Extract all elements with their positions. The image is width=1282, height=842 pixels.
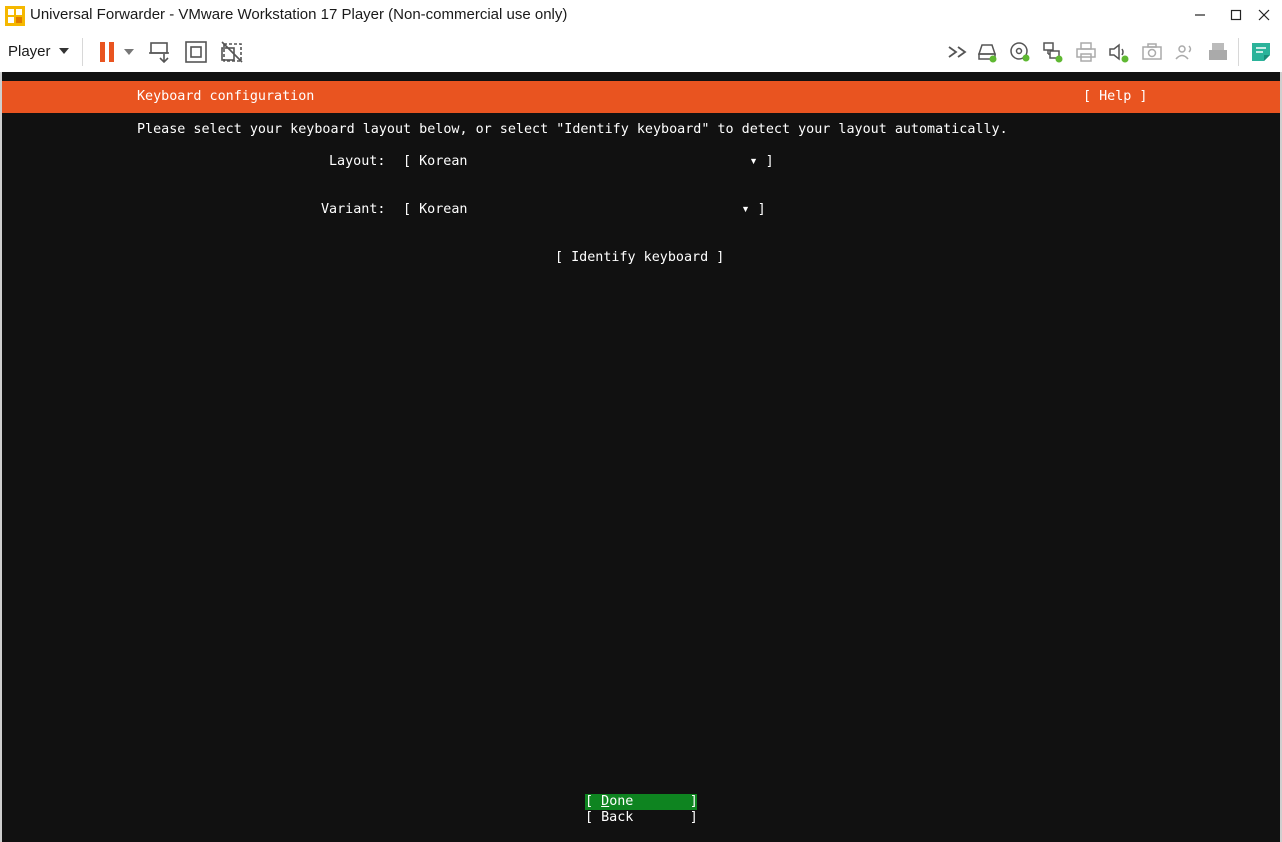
back-button-label: Back xyxy=(601,810,634,825)
variant-label: Variant: xyxy=(321,202,386,217)
done-button-open: [ xyxy=(585,794,602,809)
message-log-button[interactable] xyxy=(1248,39,1274,65)
network-icon xyxy=(1043,42,1063,63)
show-devices-button[interactable] xyxy=(945,39,971,65)
suspend-button[interactable] xyxy=(94,39,120,65)
back-button-open: [ xyxy=(585,810,602,825)
player-menu-label: Player xyxy=(8,42,51,60)
identify-keyboard-button[interactable]: [ Identify keyboard ] xyxy=(555,250,724,265)
variant-select-open: [ xyxy=(403,202,420,217)
close-button[interactable] xyxy=(1246,0,1282,30)
player-menu-button[interactable]: Player xyxy=(8,40,69,62)
network-adapter-button[interactable] xyxy=(1040,39,1066,65)
wireless-person-icon xyxy=(1175,45,1192,60)
unity-icon xyxy=(221,41,243,63)
variant-select-close: ] xyxy=(749,202,766,217)
power-dropdown-button[interactable] xyxy=(119,39,139,65)
back-button[interactable]: [ Back ] xyxy=(585,810,698,825)
installer-header-title: Keyboard configuration xyxy=(137,89,315,104)
done-button-hotkey: D xyxy=(601,794,610,809)
toolbar-divider xyxy=(82,38,83,66)
camera-icon xyxy=(1142,43,1162,60)
double-chevron-right-icon xyxy=(948,46,967,58)
unity-mode-button[interactable] xyxy=(219,39,245,65)
variant-select[interactable]: [ Korean ▾ ] xyxy=(403,202,766,217)
done-button[interactable]: [ Done ] xyxy=(585,794,698,810)
minimize-button[interactable] xyxy=(1182,0,1218,30)
help-button[interactable]: [ Help ] xyxy=(1083,89,1148,104)
cd-icon xyxy=(1010,42,1030,62)
usb-printer-button[interactable] xyxy=(1205,39,1231,65)
hard-disk-icon xyxy=(977,44,997,63)
instructions-text: Please select your keyboard layout below… xyxy=(137,122,1008,137)
toolbar-divider xyxy=(1238,38,1239,66)
device-icon xyxy=(1209,43,1227,60)
pause-icon xyxy=(100,42,114,62)
variant-select-value: Korean xyxy=(419,202,468,217)
done-button-label: one xyxy=(609,794,634,809)
installer-header: Keyboard configuration [ Help ] xyxy=(2,81,1280,113)
toolbar: Player xyxy=(0,32,1282,72)
cd-dvd-button[interactable] xyxy=(1007,39,1033,65)
layout-select-close: ] xyxy=(757,154,774,169)
layout-select[interactable]: [ Korean ▾ ] xyxy=(403,154,774,169)
dropdown-arrow-icon: ▾ xyxy=(741,202,750,217)
full-screen-button[interactable] xyxy=(183,39,209,65)
printer-icon xyxy=(1076,42,1096,62)
sound-card-button[interactable] xyxy=(1106,39,1132,65)
layout-select-open: [ xyxy=(403,154,420,169)
vm-top-border xyxy=(2,72,1280,80)
chevron-down-icon xyxy=(124,49,134,55)
dropdown-arrow-icon: ▾ xyxy=(749,154,758,169)
layout-select-value: Korean xyxy=(419,154,468,169)
fullscreen-icon xyxy=(185,41,207,63)
bluetooth-button[interactable] xyxy=(1172,39,1198,65)
camera-button[interactable] xyxy=(1139,39,1165,65)
window-title: Universal Forwarder - VMware Workstation… xyxy=(30,6,568,23)
printer-button[interactable] xyxy=(1073,39,1099,65)
minimize-icon xyxy=(1195,14,1205,16)
title-bar: Universal Forwarder - VMware Workstation… xyxy=(0,0,1282,32)
computer-arrow-icon xyxy=(149,42,169,64)
layout-label: Layout: xyxy=(329,154,386,169)
chevron-down-icon xyxy=(58,48,69,54)
close-icon xyxy=(1258,9,1270,21)
vm-display[interactable]: Keyboard configuration [ Help ] Please s… xyxy=(0,72,1282,842)
speaker-icon xyxy=(1109,43,1129,63)
hard-disk-button[interactable] xyxy=(974,39,1000,65)
vmware-logo-icon xyxy=(5,6,25,26)
back-button-close: ] xyxy=(633,810,698,825)
done-button-close: ] xyxy=(633,794,698,809)
send-ctrl-alt-del-button[interactable] xyxy=(147,39,173,65)
maximize-icon xyxy=(1230,9,1242,21)
note-icon xyxy=(1252,43,1270,61)
